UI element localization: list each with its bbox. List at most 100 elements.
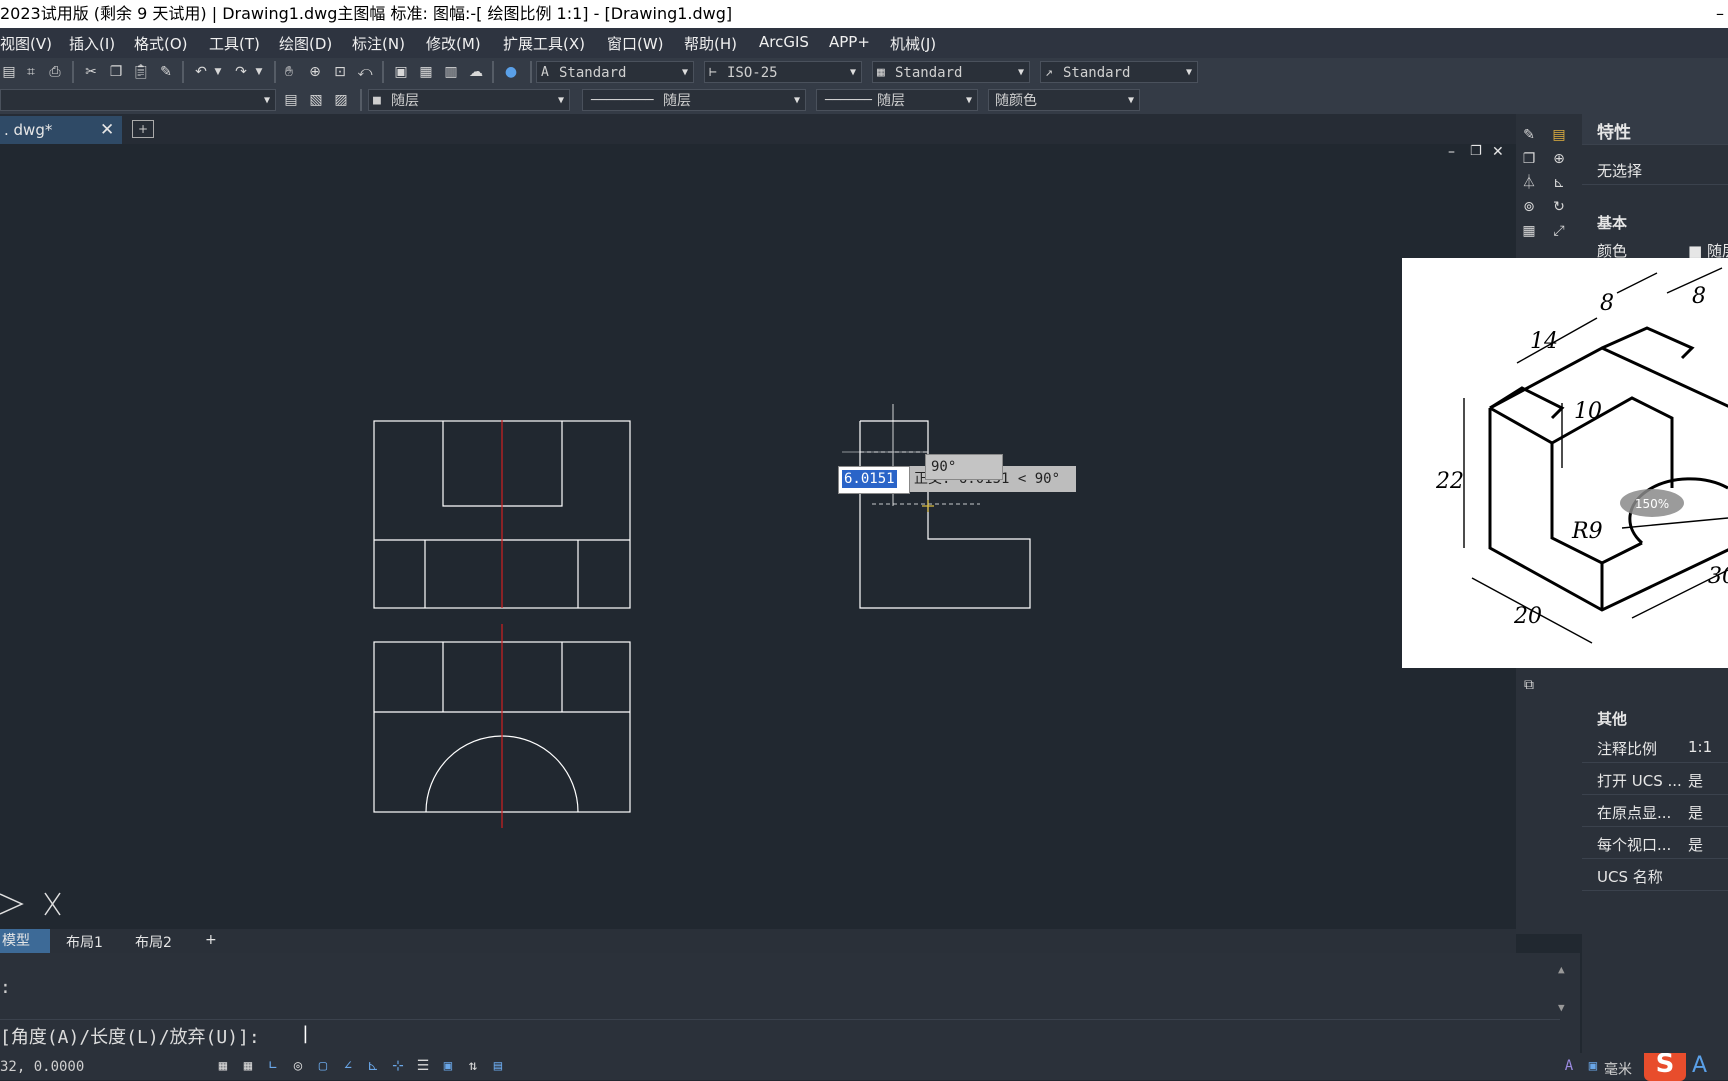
array-icon[interactable]: ▦: [1520, 222, 1538, 240]
linetype-select[interactable]: ──────── 随层 ▼: [582, 89, 806, 111]
chevron-down-icon: ▼: [965, 95, 972, 106]
ducs-icon[interactable]: ⊾: [364, 1057, 382, 1075]
dynamic-input-field[interactable]: 6.0151: [838, 466, 910, 494]
scroll-down-icon[interactable]: ▼: [1558, 1001, 1565, 1014]
prop-row-value[interactable]: 是: [1688, 770, 1703, 791]
paste-icon[interactable]: 📋︎: [132, 63, 150, 81]
ucs-tool-icon[interactable]: ⊾: [1550, 174, 1568, 192]
dim-label: 20: [1513, 604, 1542, 629]
menu-app-plus[interactable]: APP+: [829, 33, 870, 51]
zoom-previous-icon[interactable]: ⤺: [356, 63, 374, 81]
tab-model[interactable]: 模型: [0, 929, 50, 953]
layer-select[interactable]: ▼: [0, 89, 276, 111]
menu-arcgis[interactable]: ArcGIS: [759, 33, 809, 51]
prop-row-value[interactable]: 是: [1688, 834, 1703, 855]
layer-previous-icon[interactable]: ▨: [332, 91, 350, 109]
scroll-up-icon[interactable]: ▲: [1558, 963, 1565, 976]
tab-layout2[interactable]: 布局2: [135, 932, 172, 952]
prop-row-label: 每个视口...: [1597, 836, 1672, 854]
osnap-icon[interactable]: ▢: [314, 1057, 332, 1075]
menu-insert[interactable]: 插入(I): [69, 33, 115, 54]
prop-row-value[interactable]: 1:1: [1688, 738, 1712, 756]
copy-icon[interactable]: ❐: [107, 63, 125, 81]
selection-cycling-icon[interactable]: ▤: [489, 1057, 507, 1075]
add-layout-button[interactable]: +: [205, 932, 217, 948]
color-select[interactable]: ■ 随层 ▼: [368, 89, 570, 111]
quick-properties-icon[interactable]: ⇅: [464, 1057, 482, 1075]
coordinates-readout: 32, 0.0000: [0, 1059, 85, 1075]
sheet-set-icon[interactable]: ☁︎: [467, 63, 485, 81]
dyn-icon[interactable]: ⊹: [389, 1057, 407, 1075]
print-icon[interactable]: ⎙: [46, 63, 64, 81]
transparency-icon[interactable]: ▣: [439, 1057, 457, 1075]
section-other[interactable]: 其他: [1597, 708, 1627, 729]
prop-row-value[interactable]: 是: [1688, 802, 1703, 823]
new-tab-icon[interactable]: +: [132, 120, 154, 138]
lineweight-icon[interactable]: ☰: [414, 1057, 432, 1075]
table-style-select[interactable]: ▦ Standard ▼: [872, 61, 1030, 83]
plotstyle-select[interactable]: 随颜色 ▼: [988, 89, 1140, 111]
zoom-tool-icon[interactable]: ⊕: [1550, 150, 1568, 168]
tool-palettes-icon[interactable]: ▥: [442, 63, 460, 81]
menu-extended-tools[interactable]: 扩展工具(X): [503, 33, 585, 54]
menu-view[interactable]: 视图(V): [0, 33, 52, 54]
menu-mechanical[interactable]: 机械(J): [890, 33, 936, 54]
help-icon[interactable]: ●: [502, 63, 520, 81]
menu-modify[interactable]: 修改(M): [426, 33, 481, 54]
command-input[interactable]: |: [300, 1023, 311, 1044]
layer-tool-icon[interactable]: ▤: [1550, 126, 1568, 144]
zoom-window-icon[interactable]: ⊡: [331, 63, 349, 81]
snap-icon[interactable]: ▦: [239, 1057, 257, 1075]
design-center-icon[interactable]: ▦: [417, 63, 435, 81]
undo-dropdown-icon[interactable]: ▼: [209, 63, 227, 81]
scale-icon[interactable]: ⤢: [1550, 222, 1568, 240]
properties-icon[interactable]: ▣: [392, 63, 410, 81]
copy-object-icon[interactable]: ❐: [1520, 150, 1538, 168]
cut-icon[interactable]: ✂: [82, 63, 100, 81]
annotation-icon[interactable]: A: [1560, 1057, 1578, 1075]
rotate-icon[interactable]: ↻: [1550, 198, 1568, 216]
layer-properties-icon[interactable]: ▤: [282, 91, 300, 109]
mleader-style-select[interactable]: ↗ Standard ▼: [1040, 61, 1198, 83]
menu-dimension[interactable]: 标注(N): [352, 33, 405, 54]
menu-window[interactable]: 窗口(W): [607, 33, 664, 54]
text-style-select[interactable]: A Standard ▼: [536, 61, 694, 83]
selection-status[interactable]: 无选择: [1597, 160, 1642, 181]
units-icon[interactable]: ▣: [1584, 1057, 1602, 1075]
otrack-icon[interactable]: ∠: [339, 1057, 357, 1075]
explode-icon[interactable]: ⧉: [1520, 676, 1538, 694]
undo-icon[interactable]: ↶: [192, 63, 210, 81]
menu-tools[interactable]: 工具(T): [209, 33, 260, 54]
redo-dropdown-icon[interactable]: ▼: [250, 63, 268, 81]
grid-icon[interactable]: ▦: [214, 1057, 232, 1075]
document-tab[interactable]: . dwg* ✕: [0, 116, 122, 144]
match-properties-icon[interactable]: ✎: [157, 63, 175, 81]
menu-help[interactable]: 帮助(H): [684, 33, 737, 54]
erase-icon[interactable]: ✎: [1520, 126, 1538, 144]
ortho-icon[interactable]: ∟: [264, 1057, 282, 1075]
pan-icon[interactable]: ✋︎: [280, 63, 298, 81]
minimize-icon[interactable]: –: [1716, 0, 1724, 28]
lineweight-select[interactable]: ────── 随层 ▼: [816, 89, 978, 111]
save-icon[interactable]: ▤: [0, 63, 18, 81]
mirror-icon[interactable]: ⏃: [1520, 174, 1538, 192]
plot-preview-icon[interactable]: ⌗: [22, 63, 40, 81]
drawing-canvas[interactable]: – ❐ ✕: [0, 144, 1516, 930]
offset-icon[interactable]: ⊚: [1520, 198, 1538, 216]
menu-draw[interactable]: 绘图(D): [279, 33, 332, 54]
menu-format[interactable]: 格式(O): [134, 33, 188, 54]
ime-mode-icon[interactable]: A: [1692, 1053, 1707, 1078]
reference-image: 8 8 14 10 22 R9 20 30 150%: [1402, 258, 1728, 668]
chevron-down-icon: ▼: [1185, 67, 1192, 78]
close-icon[interactable]: ✕: [100, 116, 114, 144]
tab-layout1[interactable]: 布局1: [66, 932, 103, 952]
zoom-realtime-icon[interactable]: ⊕: [306, 63, 324, 81]
text-style-icon: A: [541, 65, 549, 80]
dim-style-select[interactable]: ⊢ ISO-25 ▼: [704, 61, 862, 83]
redo-icon[interactable]: ↷: [232, 63, 250, 81]
section-basic[interactable]: 基本: [1597, 212, 1627, 233]
dim-style-icon: ⊢: [709, 65, 717, 80]
units-label: 毫米: [1604, 1062, 1632, 1078]
layer-state-icon[interactable]: ▧: [307, 91, 325, 109]
polar-icon[interactable]: ◎: [289, 1057, 307, 1075]
